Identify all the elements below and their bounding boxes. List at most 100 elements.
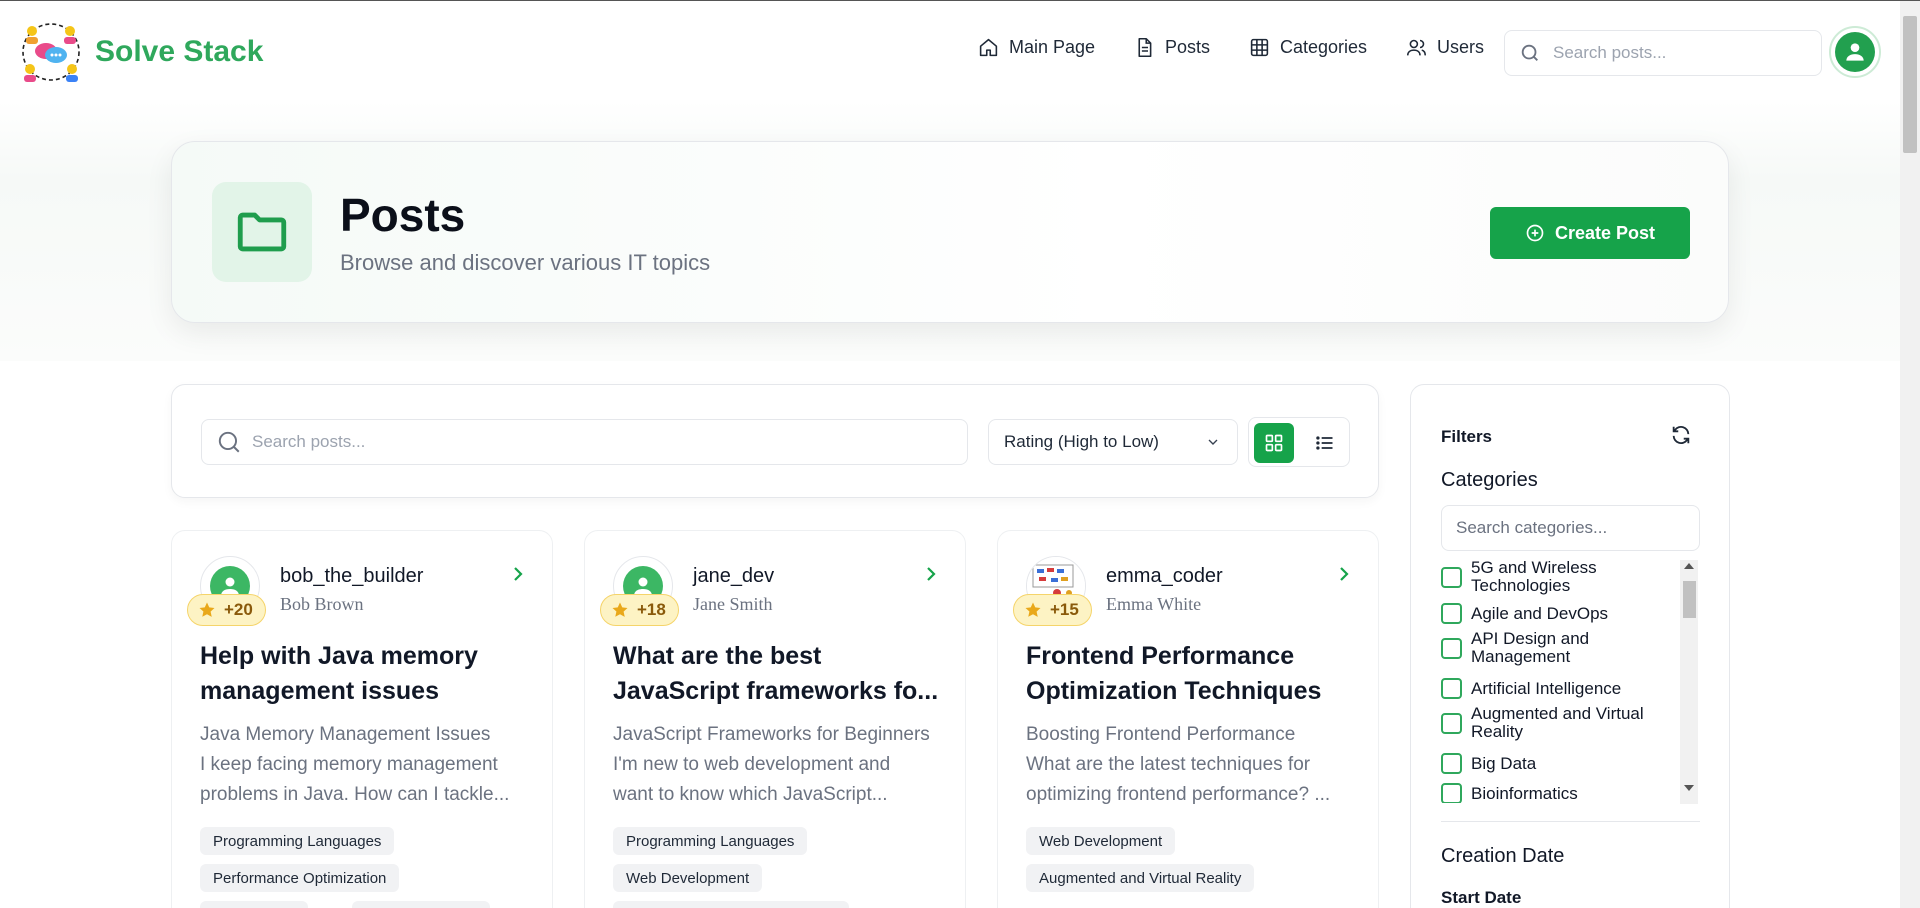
post-title-line: What are the best bbox=[613, 642, 822, 670]
category-tag[interactable]: Augmented and Virtual Reality bbox=[1026, 864, 1255, 892]
author-username[interactable]: bob_the_builder bbox=[280, 565, 423, 588]
page-subtitle: Browse and discover various IT topics bbox=[340, 250, 711, 275]
post-description-line: What are the latest techniques for bbox=[1026, 754, 1311, 775]
star-icon bbox=[612, 602, 628, 617]
category-checkbox[interactable] bbox=[1441, 637, 1462, 659]
post-card[interactable]: +20 bob_the_builder Bob Brown Help with … bbox=[171, 530, 553, 908]
category-option[interactable]: Artificial Intelligence bbox=[1441, 678, 1676, 699]
category-option-label: 5G and Wireless Technologies bbox=[1471, 559, 1597, 595]
users-icon bbox=[1406, 39, 1427, 56]
page-scrollbar-thumb[interactable] bbox=[1903, 16, 1917, 153]
grid-view-button[interactable] bbox=[1254, 423, 1294, 463]
category-checkbox[interactable] bbox=[1441, 712, 1462, 734]
nav-categories[interactable]: Categories bbox=[1249, 37, 1367, 58]
category-tag[interactable]: Programming Languages bbox=[613, 827, 808, 855]
posts-search[interactable] bbox=[201, 419, 968, 465]
posts-search-input[interactable] bbox=[252, 432, 952, 452]
list-view-button[interactable] bbox=[1305, 423, 1345, 463]
create-post-button[interactable]: Create Post bbox=[1490, 207, 1690, 259]
category-option[interactable]: 5G and Wireless Technologies bbox=[1441, 559, 1676, 595]
score-value: +15 bbox=[1050, 600, 1079, 619]
post-description-line: I keep facing memory management bbox=[200, 754, 498, 775]
category-option[interactable]: API Design and Management bbox=[1441, 630, 1676, 666]
category-option[interactable]: Bioinformatics bbox=[1441, 783, 1676, 803]
user-icon bbox=[1846, 43, 1864, 61]
refresh-icon[interactable] bbox=[1670, 424, 1692, 446]
post-card[interactable]: +18 jane_dev Jane Smith What are the bes… bbox=[584, 530, 966, 908]
list-view-icon bbox=[1316, 436, 1333, 450]
filter-divider bbox=[1441, 821, 1700, 822]
post-description-line: I'm new to web development and bbox=[613, 754, 891, 775]
category-checkbox[interactable] bbox=[1441, 678, 1462, 699]
chevron-down-icon bbox=[1208, 439, 1218, 445]
category-tag[interactable]: Web Development bbox=[613, 864, 763, 892]
post-description-line: Java Memory Management Issues bbox=[200, 724, 491, 745]
folder-icon bbox=[212, 182, 312, 282]
logo-icon[interactable] bbox=[18, 19, 84, 85]
filters-title: Filters bbox=[1441, 427, 1493, 446]
category-option-label: API Design and Management bbox=[1471, 629, 1590, 666]
category-checkbox[interactable] bbox=[1441, 753, 1462, 774]
scroll-down-arrow-icon[interactable] bbox=[1684, 785, 1694, 791]
sort-select[interactable]: Rating (High to Low) bbox=[988, 419, 1238, 465]
category-option[interactable]: Big Data bbox=[1441, 753, 1676, 774]
chevron-right-icon[interactable] bbox=[919, 562, 943, 586]
category-list-scroll-thumb[interactable] bbox=[1683, 581, 1696, 618]
category-option[interactable]: Augmented and Virtual Reality bbox=[1441, 705, 1676, 741]
header-search[interactable] bbox=[1504, 30, 1822, 76]
creation-date-heading: Creation Date bbox=[1441, 845, 1565, 867]
nav-categories-label: Categories bbox=[1280, 37, 1368, 57]
category-checkbox[interactable] bbox=[1441, 566, 1462, 588]
grid-icon bbox=[1250, 38, 1269, 57]
nav-users-label: Users bbox=[1437, 37, 1485, 57]
start-date-label: Start Date bbox=[1441, 888, 1522, 907]
posts-hero: Posts Browse and discover various IT top… bbox=[171, 141, 1729, 323]
category-search[interactable] bbox=[1441, 505, 1700, 551]
post-title[interactable]: Help with Java memory management issues bbox=[200, 639, 540, 709]
post-description-line: Boosting Frontend Performance bbox=[1026, 724, 1296, 745]
post-description-line: want to know which JavaScript... bbox=[613, 784, 888, 805]
scroll-up-arrow-icon[interactable] bbox=[1684, 563, 1694, 569]
category-list: 5G and Wireless Technologies Agile and D… bbox=[1441, 559, 1700, 803]
nav-posts-label: Posts bbox=[1165, 37, 1211, 57]
author-username[interactable]: jane_dev bbox=[693, 565, 774, 588]
category-option-label: Bioinformatics bbox=[1471, 783, 1578, 803]
header-search-input[interactable] bbox=[1553, 43, 1803, 63]
home-icon bbox=[979, 38, 998, 57]
grid-view-icon bbox=[1265, 434, 1283, 452]
plus-circle-icon bbox=[1526, 224, 1544, 242]
category-tag[interactable]: Programming Languages bbox=[200, 827, 395, 855]
nav-users[interactable]: Users bbox=[1406, 37, 1484, 58]
nav-main-page[interactable]: Main Page bbox=[978, 37, 1095, 58]
post-description: Java Memory Management Issues I keep fac… bbox=[200, 720, 530, 810]
category-tag[interactable]: Web Development bbox=[1026, 827, 1176, 855]
chevron-right-icon[interactable] bbox=[1332, 562, 1356, 586]
category-tag[interactable]: Performance Optimization bbox=[200, 864, 400, 892]
brand-name[interactable]: Solve Stack bbox=[95, 35, 263, 69]
sort-select-value: Rating (High to Low) bbox=[1004, 432, 1159, 451]
post-card[interactable]: +15 emma_coder Emma White Frontend Perfo… bbox=[997, 530, 1379, 908]
category-tag-partial[interactable] bbox=[200, 901, 308, 908]
chevron-right-icon[interactable] bbox=[506, 562, 530, 586]
category-tag-partial[interactable] bbox=[352, 901, 490, 908]
post-title[interactable]: Frontend Performance Optimization Techni… bbox=[1026, 639, 1366, 709]
category-tag-partial[interactable] bbox=[613, 901, 849, 908]
category-checkbox[interactable] bbox=[1441, 603, 1462, 624]
author-username[interactable]: emma_coder bbox=[1106, 565, 1223, 588]
nav-posts[interactable]: Posts bbox=[1134, 37, 1210, 58]
category-search-input[interactable] bbox=[1456, 518, 1686, 538]
user-avatar[interactable] bbox=[1829, 26, 1881, 78]
post-description: JavaScript Frameworks for Beginners I'm … bbox=[613, 720, 943, 810]
category-option-label: Agile and DevOps bbox=[1471, 603, 1609, 623]
post-description-line: optimizing frontend performance? ... bbox=[1026, 784, 1331, 805]
score-badge: +20 bbox=[187, 594, 266, 626]
post-description: Boosting Frontend Performance What are t… bbox=[1026, 720, 1356, 810]
score-value: +18 bbox=[637, 600, 666, 619]
category-checkbox[interactable] bbox=[1441, 783, 1462, 803]
post-description-line: problems in Java. How can I tackle... bbox=[200, 784, 510, 805]
category-option[interactable]: Agile and DevOps bbox=[1441, 603, 1676, 624]
search-icon bbox=[218, 431, 240, 453]
page-title: Posts bbox=[340, 189, 466, 241]
post-title[interactable]: What are the best JavaScript frameworks … bbox=[613, 639, 953, 709]
post-description-line: JavaScript Frameworks for Beginners bbox=[613, 724, 930, 745]
